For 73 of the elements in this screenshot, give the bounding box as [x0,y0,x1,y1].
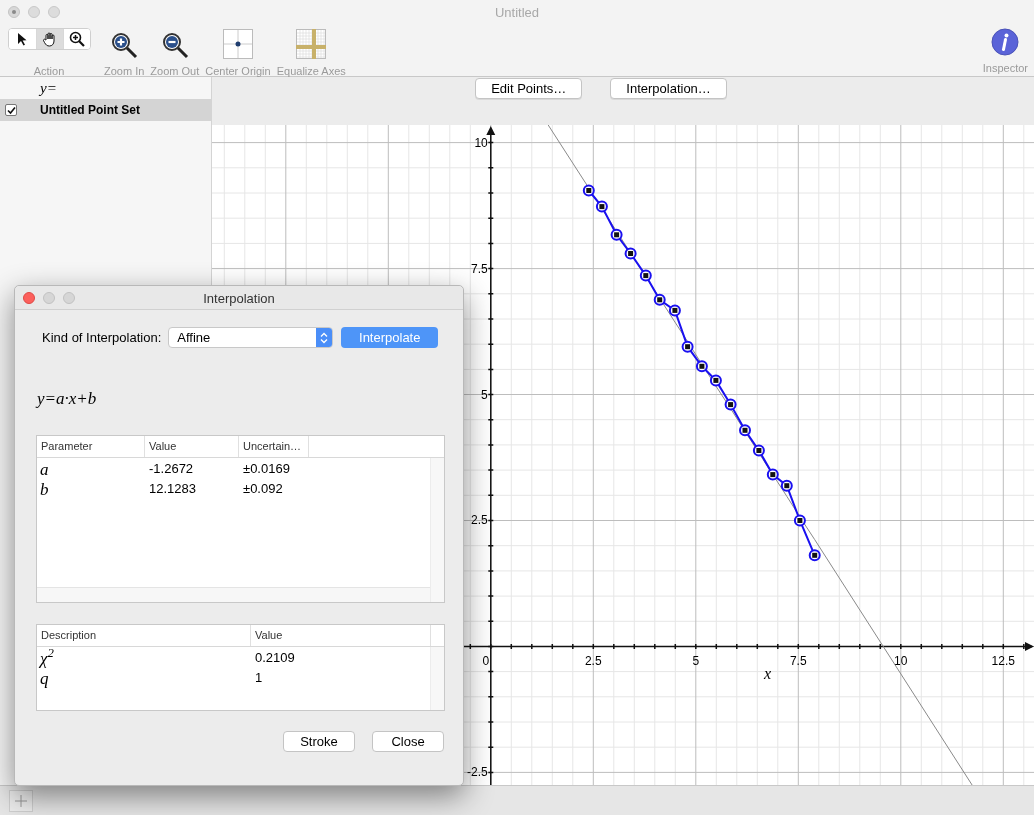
tick-label: 5 [481,387,488,402]
data-point[interactable] [639,269,652,282]
zoom-in-icon [68,31,85,47]
checkmark-icon [6,105,16,115]
window-title: Untitled [494,5,540,20]
tick-label: -2.5 [467,765,488,780]
column-header[interactable]: Parameter [37,436,145,457]
data-point[interactable] [668,304,681,317]
tool-button[interactable] [35,29,63,49]
tick-label: 12.5 [991,654,1015,669]
tick-label: 10 [474,135,488,150]
dialog-title: Interpolation [203,291,275,306]
tool-button[interactable] [62,29,90,49]
table-cell-text: 0.2109 [254,649,296,668]
table-cell-text: a [39,460,50,478]
dialog-button[interactable]: Close [372,731,444,752]
tick-label: 0 [482,654,490,669]
data-point[interactable] [709,374,722,387]
data-point[interactable] [610,228,623,241]
formula: y=a·x+b [37,389,97,408]
table-cell-text: ±0.092 [242,480,284,499]
close-window-button[interactable] [23,292,35,304]
data-point[interactable] [695,360,708,373]
tick-label: 2.5 [584,654,602,669]
tick-label: 2.5 [471,513,488,528]
data-point[interactable] [624,247,637,260]
column-header[interactable]: Uncertain… [239,436,309,457]
checkbox[interactable] [5,104,17,116]
data-point[interactable] [793,514,806,527]
close-window-button[interactable] [8,6,20,18]
tick-label: 10 [894,654,908,669]
data-point[interactable] [739,424,751,437]
table-cell-text: -1.2672 [148,460,195,479]
field-label: Kind of Interpolation: [42,328,162,347]
tick-label: 5 [692,654,700,669]
table-cell-text: χ$^{2}$ [38,649,55,667]
axis-label: x [763,665,772,683]
magnifier-plus-icon [110,31,139,59]
hand-icon [41,31,58,47]
table-cell-text: b [39,480,50,498]
tick-label: 7.5 [789,654,807,669]
sidebar-item[interactable]: Untitled Point Set [0,99,211,121]
action-segmented-control[interactable] [7,28,91,50]
table-cell-text: q [39,669,50,687]
data-point[interactable] [780,479,793,492]
info-icon [991,28,1020,56]
tick-label: 7.5 [471,261,488,276]
ruler-grid-icon [296,29,327,59]
crosshair-box-icon [222,29,253,59]
data-point[interactable] [653,293,666,306]
stepper-arrows-icon [320,331,329,344]
graph-button[interactable]: Interpolation… [610,78,727,99]
table-cell-text: 12.1283 [148,480,197,499]
magnifier-minus-icon [160,31,189,59]
table-cell-text: ±0.0169 [242,460,291,479]
table-cell-text: 1 [254,669,264,688]
graph-button[interactable]: Edit Points… [475,78,583,99]
arrow-pointer-icon [17,32,27,46]
column-header[interactable]: Value [145,436,239,457]
plus-icon [15,794,27,807]
dialog-button[interactable]: Stroke [283,731,355,752]
data-point[interactable] [724,398,737,411]
column-header[interactable]: Value [251,625,431,646]
column-header[interactable]: Description [37,625,251,646]
interpolation-kind-dropdown[interactable]: Affine [168,327,334,348]
data-point[interactable] [752,444,765,457]
data-point[interactable] [681,340,694,353]
data-point[interactable] [595,200,608,213]
column-header: y= [40,78,57,98]
data-point[interactable] [582,184,595,197]
data-point[interactable] [808,549,821,562]
toolbar-label: Action [33,64,65,79]
data-point[interactable] [766,468,779,481]
